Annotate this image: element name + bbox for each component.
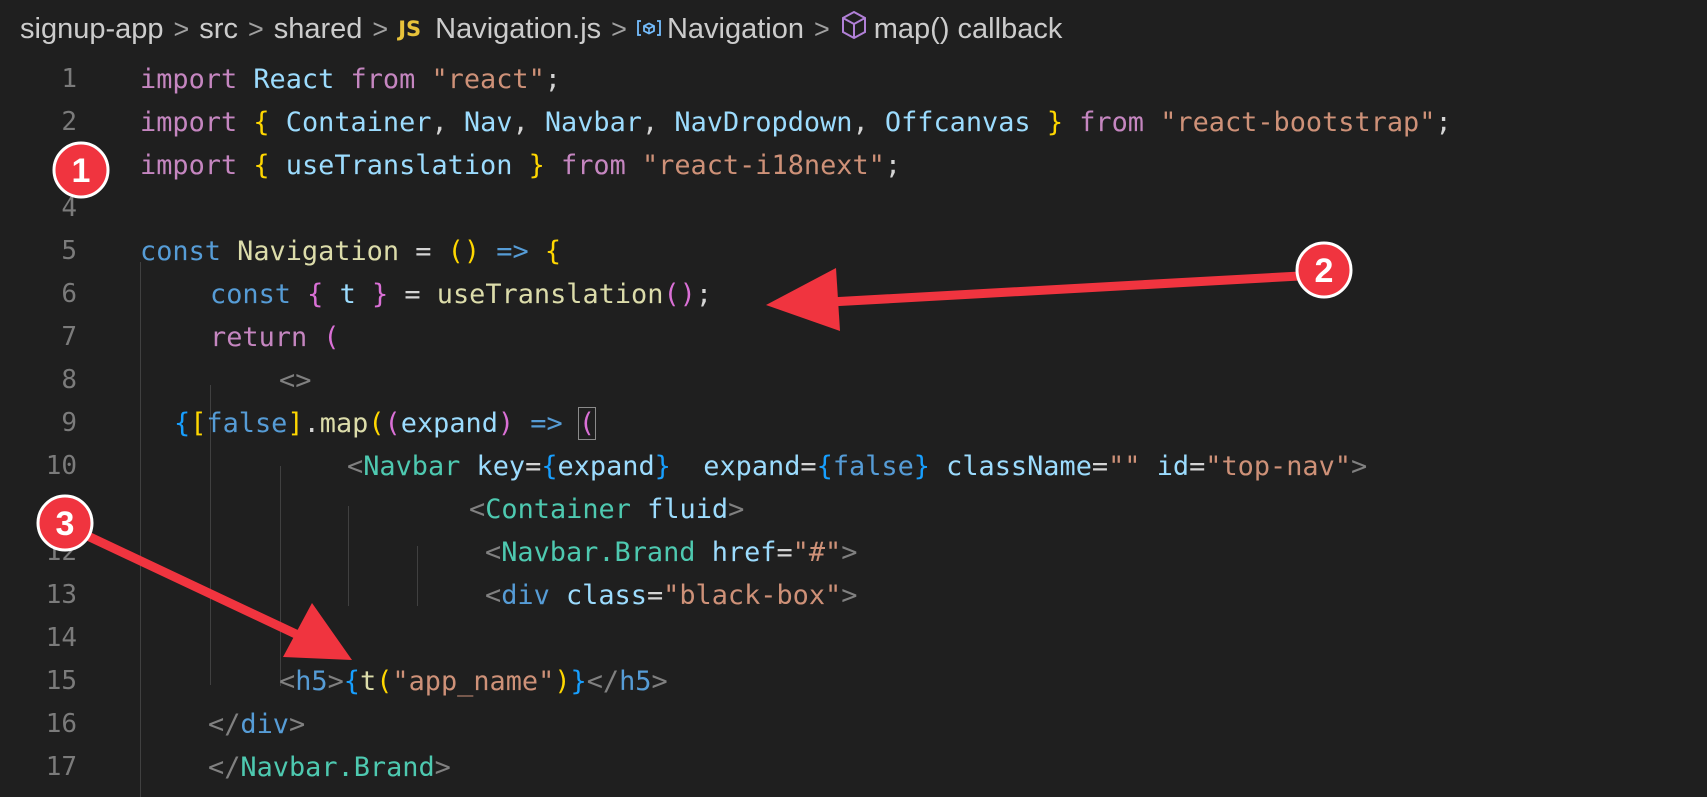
breadcrumb-item-shared[interactable]: shared [274,13,363,46]
line-number: 12 [45,537,77,567]
code-line-14[interactable]: 14 [0,617,1707,660]
line-number: 4 [61,193,77,223]
line-number: 9 [61,408,77,438]
code-line-17[interactable]: 17 </Navbar.Brand> [0,746,1707,789]
code-text[interactable]: <h5>{t("app_name")}</h5> [279,660,668,703]
code-line-8[interactable]: 8 <> [0,359,1707,402]
line-number: 14 [45,623,77,653]
code-text[interactable]: <> [279,359,311,402]
line-number: 1 [61,64,77,94]
code-line-16[interactable]: 16 </div> [0,703,1707,746]
code-line-7[interactable]: 7 return ( [0,316,1707,359]
code-text[interactable]: </Navbar.Brand> [208,746,451,789]
chevron-right-icon: > [372,13,389,44]
code-line-3[interactable]: 3 import { useTranslation } from "react-… [0,144,1707,187]
chevron-right-icon: > [813,13,830,44]
line-number: 17 [45,752,77,782]
breadcrumb-item-file[interactable]: Navigation.js [435,13,601,46]
chevron-right-icon: > [173,13,190,44]
breadcrumb-item-src[interactable]: src [199,13,238,46]
code-line-1[interactable]: 1 import React from "react"; [0,58,1707,101]
code-text[interactable]: {[false].map((expand) => ( [174,402,597,445]
code-line-10[interactable]: 10 <Navbar key={expand} expand={false} c… [0,445,1707,488]
line-number: 5 [61,236,77,266]
code-text[interactable]: import { Container, Nav, Navbar, NavDrop… [140,101,1452,144]
code-line-13[interactable]: 13 <div class="black-box"> [0,574,1707,617]
line-number: 8 [61,365,77,395]
breadcrumb-item-signup-app[interactable]: signup-app [20,13,164,46]
code-text[interactable]: <Navbar key={expand} expand={false} clas… [347,445,1367,488]
code-line-9[interactable]: 9 {[false].map((expand) => ( [0,402,1707,445]
code-line-15[interactable]: 15 <h5>{t("app_name")}</h5> [0,660,1707,703]
code-text[interactable]: <Navbar.Brand href="#"> [485,531,857,574]
code-line-6[interactable]: 6 const { t } = useTranslation(); [0,273,1707,316]
code-line-2[interactable]: 2 import { Container, Nav, Navbar, NavDr… [0,101,1707,144]
line-number: 6 [61,279,77,309]
breadcrumb: signup-app > src > shared > JS Navigatio… [0,0,1707,58]
code-text[interactable]: </div> [208,703,305,746]
code-editor[interactable]: 1 import React from "react"; 2 import { … [0,58,1707,797]
line-number: 10 [45,451,77,481]
code-line-12[interactable]: 12 <Navbar.Brand href="#"> [0,531,1707,574]
javascript-file-icon: JS [398,17,422,41]
symbol-variable-icon [637,13,661,46]
line-number: 16 [45,709,77,739]
line-number: 15 [45,666,77,696]
code-text[interactable]: return ( [210,316,340,359]
code-text[interactable]: import { useTranslation } from "react-i1… [140,144,901,187]
code-line-4[interactable]: 4 [0,187,1707,230]
chevron-right-icon: > [247,13,264,44]
line-number: 2 [61,107,77,137]
line-number: 13 [45,580,77,610]
breadcrumb-item-symbol[interactable]: Navigation [667,13,804,46]
line-number: 7 [61,322,77,352]
code-text[interactable]: <div class="black-box"> [485,574,857,617]
code-line-5[interactable]: 5 const Navigation = () => { [0,230,1707,273]
code-text[interactable]: const Navigation = () => { [140,230,561,273]
breadcrumb-item-callback[interactable]: map() callback [874,13,1063,46]
code-text[interactable]: <Container fluid> [469,488,744,531]
chevron-right-icon: > [611,13,627,44]
code-text[interactable]: import React from "react"; [140,58,561,101]
code-line-11[interactable]: 11 <Container fluid> [0,488,1707,531]
symbol-method-cube-icon [840,10,868,48]
code-text[interactable]: const { t } = useTranslation(); [210,273,712,316]
